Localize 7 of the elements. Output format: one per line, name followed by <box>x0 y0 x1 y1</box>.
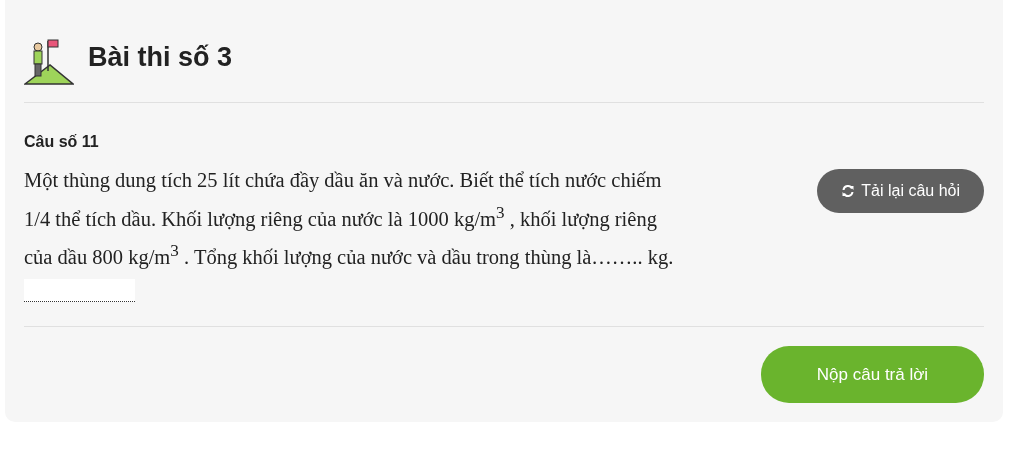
question-text: Một thùng dung tích 25 lít chứa đầy dầu ăn và nước. Biết thể tích nước chiếm 1/4 thể tích dầu. Khối lượng riêng của nước là 1000 kg/m$^{3}$ , khối lượng riêng của dầu 800 kg/m$^{3}$ . Tổng khối lượng của nước và dầu trong thùng là…….. kg. <box>24 168 674 271</box>
mountain-flag-icon <box>24 36 74 85</box>
reload-button[interactable]: Tải lại câu hỏi <box>817 169 984 213</box>
answer-field[interactable] <box>24 279 135 303</box>
page-title: Bài thi số 3 <box>88 42 233 73</box>
question-number: Câu số 11 <box>24 133 100 151</box>
refresh-icon <box>841 184 856 198</box>
